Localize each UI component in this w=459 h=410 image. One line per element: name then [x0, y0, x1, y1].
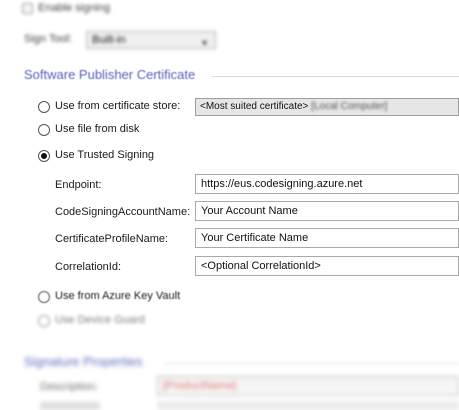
radio-device-guard[interactable]	[38, 315, 50, 327]
certificate-combo[interactable]: <Most suited certificate> [Local Compute…	[195, 98, 459, 116]
correlation-id-input[interactable]: <Optional CorrelationId>	[195, 256, 459, 276]
section-divider	[212, 76, 459, 77]
endpoint-input[interactable]: https://eus.codesigning.azure.net	[195, 174, 459, 194]
certificate-store-label: Use from certificate store:	[55, 100, 181, 112]
profile-name-label: CertificateProfileName:	[55, 233, 169, 245]
certificate-combo-location: [Local Computer]	[311, 101, 388, 112]
trusted-signing-label: Use Trusted Signing	[55, 149, 155, 161]
enable-signing-label: Enable signing	[38, 2, 111, 14]
radio-trusted-signing[interactable]	[38, 150, 50, 162]
endpoint-label: Endpoint:	[55, 179, 102, 191]
chevron-down-icon: ▼	[200, 38, 209, 48]
radio-file-from-disk[interactable]	[38, 124, 50, 136]
sign-tool-combo[interactable]: Built-in ▼	[86, 31, 216, 49]
publisher-section-title: Software Publisher Certificate	[24, 67, 196, 82]
signing-options-panel: { "top": { "enable_signing_label": "Enab…	[0, 0, 459, 410]
account-name-label: CodeSigningAccountName:	[55, 206, 191, 218]
enable-signing-checkbox[interactable]	[22, 3, 33, 14]
next-row-input-placeholder	[157, 401, 459, 410]
next-row-label-placeholder	[40, 402, 100, 410]
sign-tool-value: Built-in	[92, 34, 126, 46]
sign-tool-label: Sign Tool:	[24, 33, 73, 45]
signature-section-title: Signature Properties	[24, 354, 143, 369]
file-from-disk-label: Use file from disk	[55, 123, 140, 135]
radio-certificate-store[interactable]	[38, 101, 50, 113]
certificate-combo-selected: <Most suited certificate>	[200, 101, 309, 112]
device-guard-label: Use Device Guard	[55, 314, 145, 326]
account-name-input[interactable]: Your Account Name	[195, 201, 459, 221]
signature-section-divider	[165, 363, 459, 364]
profile-name-input[interactable]: Your Certificate Name	[195, 228, 459, 248]
correlation-id-label: CorrelationId:	[55, 261, 122, 273]
description-label: Description:	[40, 381, 99, 393]
azure-key-vault-label: Use from Azure Key Vault	[55, 290, 181, 302]
description-input[interactable]: [ProductName]	[157, 376, 459, 396]
radio-azure-key-vault[interactable]	[38, 291, 50, 303]
description-value: [ProductName]	[163, 380, 237, 392]
